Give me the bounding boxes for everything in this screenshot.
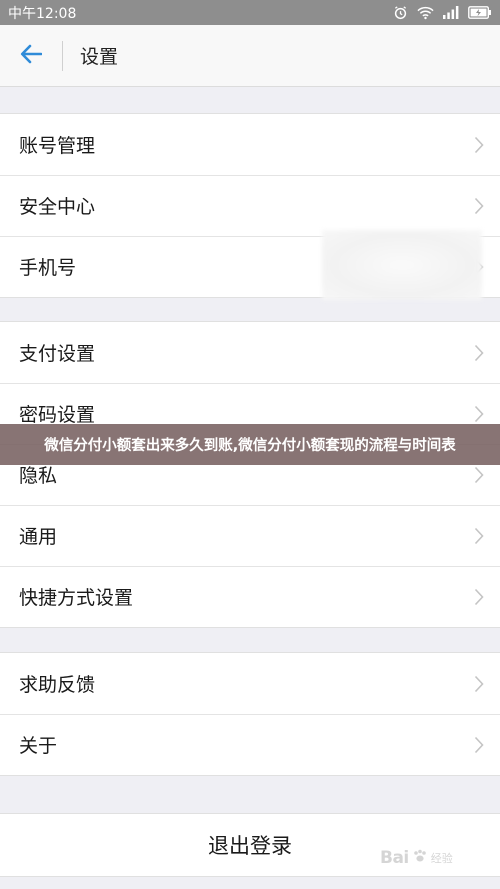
settings-item-help-feedback[interactable]: 求助反馈 xyxy=(0,653,500,714)
settings-item-general[interactable]: 通用 xyxy=(0,505,500,566)
settings-item-account-management[interactable]: 账号管理 xyxy=(0,114,500,175)
banner-text: 微信分付小额套出来多久到账,微信分付小额套现的流程与时间表 xyxy=(44,438,456,454)
title-bar: 设置 xyxy=(0,25,500,87)
title-divider xyxy=(62,40,63,71)
settings-item-label: 账号管理 xyxy=(19,135,96,157)
settings-item-shortcut-settings[interactable]: 快捷方式设置 xyxy=(0,566,500,627)
page-title: 设置 xyxy=(80,46,119,68)
chevron-right-icon xyxy=(474,675,484,697)
settings-group-general: 支付设置 密码设置 隐私 通用 快捷方式设置 xyxy=(0,321,500,628)
chevron-right-icon xyxy=(474,527,484,549)
title-banner-overlay: 微信分付小额套出来多久到账,微信分付小额套现的流程与时间表 xyxy=(0,424,500,465)
settings-item-security-center[interactable]: 安全中心 xyxy=(0,175,500,236)
blurred-phone-value xyxy=(322,230,482,300)
back-arrow-icon xyxy=(20,44,43,68)
chevron-right-icon xyxy=(474,736,484,758)
chevron-right-icon xyxy=(474,136,484,158)
battery-charging-icon xyxy=(468,6,492,19)
alarm-icon xyxy=(393,5,408,20)
chevron-right-icon xyxy=(474,344,484,366)
settings-item-label: 关于 xyxy=(19,735,58,757)
settings-item-label: 隐私 xyxy=(19,465,58,487)
chevron-right-icon xyxy=(474,588,484,610)
settings-item-payment-settings[interactable]: 支付设置 xyxy=(0,322,500,383)
signal-icon xyxy=(443,6,459,19)
settings-item-label: 安全中心 xyxy=(19,196,96,218)
logout-button[interactable]: 退出登录 xyxy=(0,813,500,877)
status-icons xyxy=(393,5,492,20)
wifi-icon xyxy=(417,6,434,20)
status-bar: 中午12:08 xyxy=(0,0,500,25)
settings-item-label: 密码设置 xyxy=(19,404,96,426)
settings-item-label: 求助反馈 xyxy=(19,674,96,696)
settings-item-label: 手机号 xyxy=(19,257,77,279)
chevron-right-icon xyxy=(474,197,484,219)
settings-item-about[interactable]: 关于 xyxy=(0,714,500,775)
back-button[interactable] xyxy=(0,25,62,86)
chevron-right-icon xyxy=(474,466,484,488)
settings-item-label: 通用 xyxy=(19,526,58,548)
settings-item-label: 支付设置 xyxy=(19,343,96,365)
logout-label: 退出登录 xyxy=(208,834,292,858)
settings-group-help: 求助反馈 关于 xyxy=(0,652,500,776)
status-time: 中午12:08 xyxy=(8,5,77,22)
settings-item-label: 快捷方式设置 xyxy=(19,587,134,609)
